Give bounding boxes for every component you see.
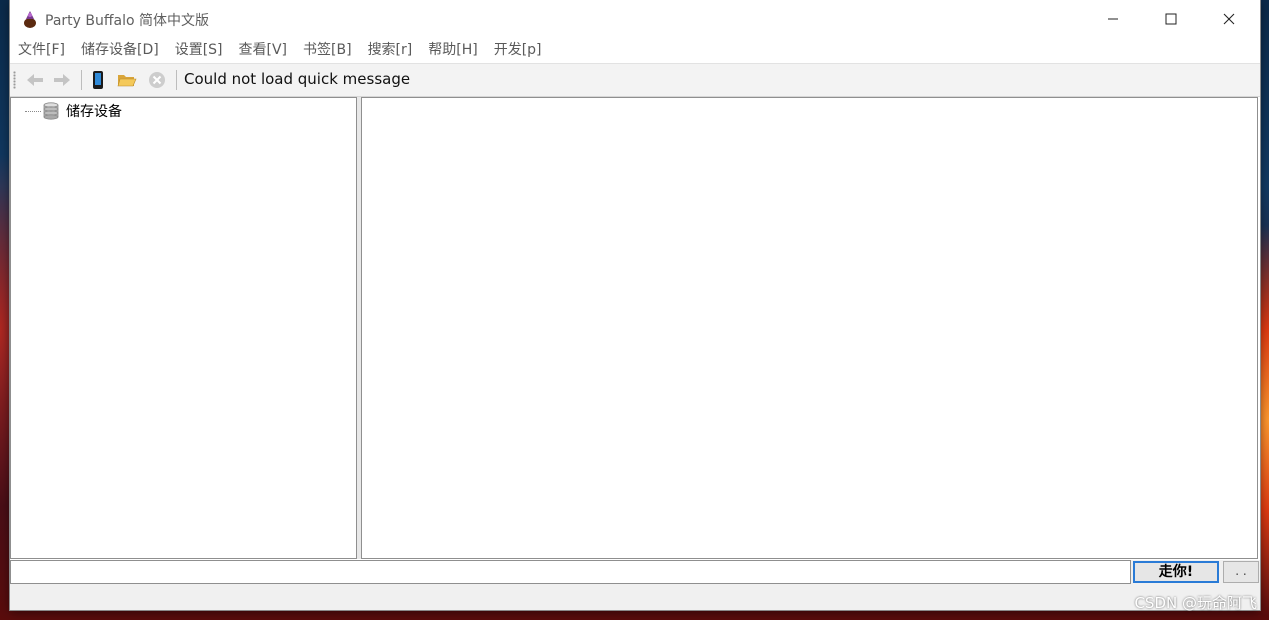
minimize-button[interactable] xyxy=(1084,0,1142,38)
command-input[interactable] xyxy=(10,560,1131,584)
toolbar-separator xyxy=(176,70,177,90)
go-button[interactable]: 走你! xyxy=(1133,561,1219,583)
menu-help[interactable]: 帮助[H] xyxy=(420,38,485,63)
back-arrow-icon xyxy=(27,74,43,86)
device-button[interactable] xyxy=(88,70,108,90)
menu-storage-devices[interactable]: 储存设备[D] xyxy=(73,38,167,63)
menu-view[interactable]: 查看[V] xyxy=(231,38,296,63)
window-title: Party Buffalo 简体中文版 xyxy=(45,13,209,29)
stop-button[interactable] xyxy=(147,70,167,90)
tree-node-label: 储存设备 xyxy=(66,104,122,120)
command-bar: 走你! . . xyxy=(10,560,1260,585)
minimize-icon xyxy=(1108,18,1118,20)
maximize-icon xyxy=(1165,13,1177,25)
open-folder-button[interactable] xyxy=(117,70,137,90)
tree-node-storage-devices[interactable]: 储存设备 xyxy=(25,101,122,121)
menu-settings[interactable]: 设置[S] xyxy=(167,38,231,63)
watermark-text: CSDN @玩命阿飞 xyxy=(1134,594,1257,612)
menu-file[interactable]: 文件[F] xyxy=(10,38,73,63)
buffalo-app-icon xyxy=(24,11,36,28)
status-bar xyxy=(10,585,1260,610)
quick-message: Could not load quick message xyxy=(184,70,411,88)
menu-develop[interactable]: 开发[p] xyxy=(486,38,550,63)
toolbar-separator xyxy=(81,70,82,90)
storage-database-icon xyxy=(43,102,59,120)
app-window: Party Buffalo 简体中文版 文件[F] 储存设备[D] 设置[S] … xyxy=(10,0,1260,610)
menu-search[interactable]: 搜索[r] xyxy=(360,38,421,63)
tree-connector-line xyxy=(25,110,41,112)
folder-tree-pane[interactable]: 储存设备 xyxy=(10,97,357,559)
toolbar-grip[interactable] xyxy=(13,71,16,89)
open-folder-icon xyxy=(117,75,137,87)
file-list-pane[interactable] xyxy=(361,97,1258,559)
more-button[interactable]: . . xyxy=(1223,561,1259,583)
close-button[interactable] xyxy=(1200,0,1258,38)
stop-icon xyxy=(149,72,165,88)
maximize-button[interactable] xyxy=(1142,0,1200,38)
title-bar[interactable]: Party Buffalo 简体中文版 xyxy=(10,0,1260,38)
menu-bookmarks[interactable]: 书签[B] xyxy=(295,38,360,63)
back-button[interactable] xyxy=(25,70,45,90)
menu-bar: 文件[F] 储存设备[D] 设置[S] 查看[V] 书签[B] 搜索[r] 帮助… xyxy=(10,38,1260,63)
forward-arrow-icon xyxy=(54,74,70,86)
forward-button[interactable] xyxy=(52,70,72,90)
close-icon xyxy=(1223,13,1235,25)
device-icon xyxy=(93,71,103,89)
toolbar: Could not load quick message xyxy=(10,63,1260,97)
